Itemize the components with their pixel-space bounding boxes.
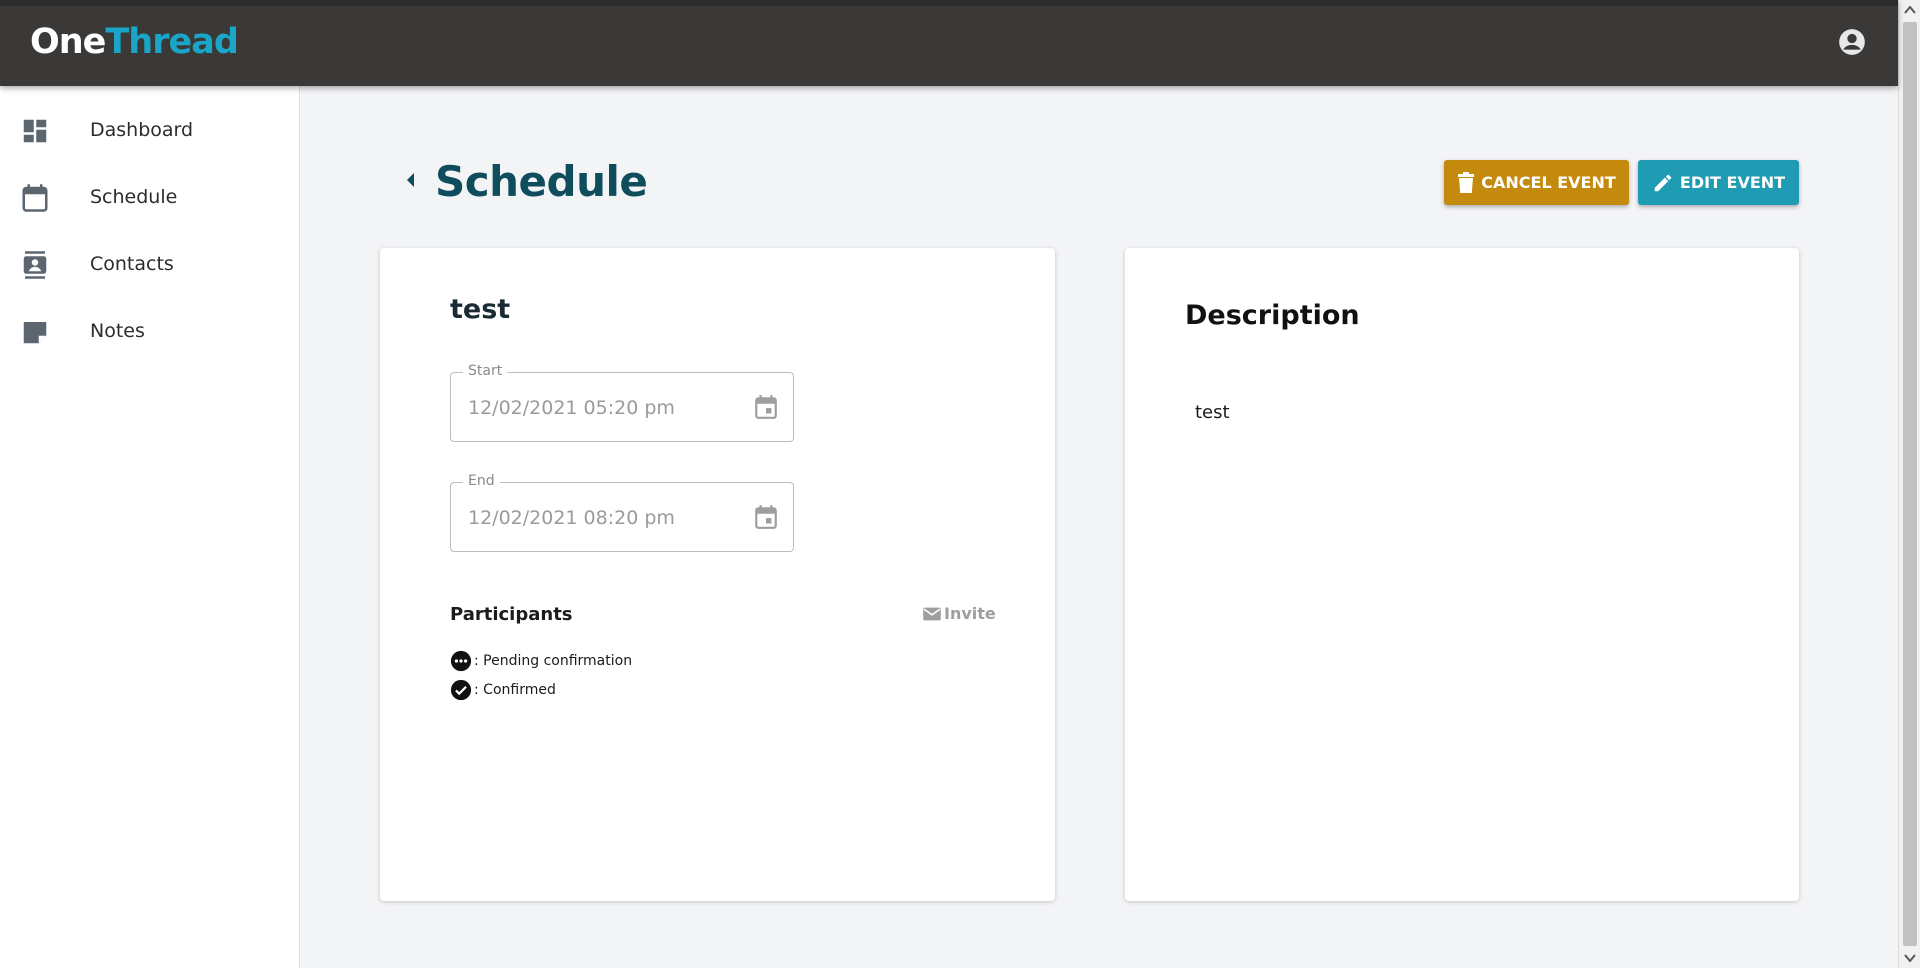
top-app-bar: OneThread xyxy=(0,0,1898,86)
edit-event-label: EDIT EVENT xyxy=(1679,173,1786,192)
mail-icon xyxy=(923,607,941,620)
sidebar-item-label: Contacts xyxy=(90,253,174,275)
participants-heading: Participants xyxy=(450,604,573,625)
invite-button[interactable]: Invite xyxy=(922,604,996,623)
calendar-picker-icon[interactable] xyxy=(753,503,779,531)
logo-text-thread: Thread xyxy=(105,22,238,62)
edit-event-button[interactable]: EDIT EVENT xyxy=(1638,160,1799,205)
page-title: Schedule xyxy=(435,157,648,206)
scroll-up-arrow-icon[interactable] xyxy=(1899,0,1920,20)
pencil-icon xyxy=(1654,174,1672,191)
event-details-card: test Start 12/02/2021 05:20 pm End 12/02… xyxy=(380,248,1055,901)
back-arrow-icon[interactable] xyxy=(404,170,418,190)
cancel-event-label: CANCEL EVENT xyxy=(1481,173,1616,192)
browser-strip xyxy=(0,0,1898,6)
sidebar-item-notes[interactable]: Notes xyxy=(0,301,299,361)
invite-label: Invite xyxy=(944,604,996,623)
logo-text-one: One xyxy=(30,22,106,62)
sidebar-item-dashboard[interactable]: Dashboard xyxy=(0,100,299,160)
start-date-field[interactable]: Start 12/02/2021 05:20 pm xyxy=(450,363,794,442)
check-circle-icon xyxy=(450,679,472,701)
account-circle-icon[interactable] xyxy=(1838,28,1866,56)
calendar-icon xyxy=(22,184,48,212)
pending-icon xyxy=(450,650,472,672)
legend-confirmed: : Confirmed xyxy=(450,679,556,701)
legend-confirmed-label: : Confirmed xyxy=(474,682,556,698)
description-text: test xyxy=(1195,402,1230,423)
sidebar-item-label: Notes xyxy=(90,320,145,342)
scroll-thumb[interactable] xyxy=(1903,22,1917,946)
end-date-label: End xyxy=(463,473,500,489)
event-title: test xyxy=(450,294,511,325)
calendar-picker-icon[interactable] xyxy=(753,393,779,421)
legend-pending: : Pending confirmation xyxy=(450,650,632,672)
vertical-scrollbar[interactable] xyxy=(1898,0,1920,968)
scroll-down-arrow-icon[interactable] xyxy=(1899,948,1920,968)
description-heading: Description xyxy=(1185,300,1360,331)
sidebar-item-schedule[interactable]: Schedule xyxy=(0,167,299,227)
sidebar: Dashboard Schedule Contacts Notes xyxy=(0,86,300,968)
end-date-value: 12/02/2021 08:20 pm xyxy=(468,507,675,529)
end-date-field[interactable]: End 12/02/2021 08:20 pm xyxy=(450,473,794,552)
app-logo[interactable]: OneThread xyxy=(30,22,239,62)
sidebar-item-label: Dashboard xyxy=(90,119,194,141)
cancel-event-button[interactable]: CANCEL EVENT xyxy=(1444,160,1629,205)
start-date-value: 12/02/2021 05:20 pm xyxy=(468,397,675,419)
dashboard-icon xyxy=(23,119,47,143)
description-card: Description test xyxy=(1125,248,1799,901)
contacts-icon xyxy=(23,251,47,279)
sidebar-item-label: Schedule xyxy=(90,186,178,208)
start-date-label: Start xyxy=(463,363,508,379)
sidebar-item-contacts[interactable]: Contacts xyxy=(0,234,299,294)
legend-pending-label: : Pending confirmation xyxy=(474,653,633,669)
note-icon xyxy=(23,322,47,344)
trash-icon xyxy=(1458,171,1475,193)
